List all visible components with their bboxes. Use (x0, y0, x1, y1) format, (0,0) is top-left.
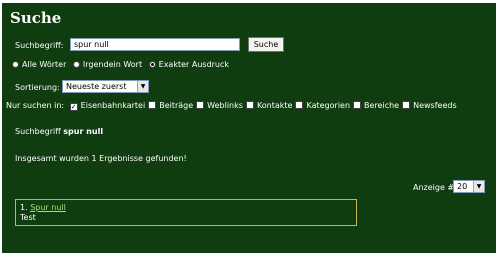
area-checkbox-newsfeeds[interactable]: Newsfeeds (402, 101, 457, 110)
area-filters-label: Nur suchen in: (6, 101, 65, 110)
radio-all-words[interactable]: Alle Wörter (12, 60, 66, 69)
radio-any-word[interactable]: Irgendein Wort (72, 60, 142, 69)
area-checkbox-weblinks[interactable]: Weblinks (196, 101, 243, 110)
checkbox-icon (245, 101, 254, 109)
display-count-select[interactable]: 20 ▼ (453, 180, 485, 193)
radio-selected-icon (148, 61, 156, 68)
result-text: Test (20, 213, 36, 222)
radio-icon (12, 61, 19, 68)
result-list: 1. Spur null Test (15, 199, 357, 226)
search-label: Suchbegriff: (15, 41, 64, 50)
checkbox-icon (402, 101, 411, 109)
checkbox-icon (196, 101, 205, 109)
chevron-down-icon: ▼ (137, 81, 148, 92)
area-filters: Nur suchen in: ✓ Eisenbahnkartei Beiträge W… (6, 101, 457, 111)
checkbox-checked-icon: ✓ (69, 103, 78, 111)
area-checkbox-beiträge[interactable]: Beiträge (148, 101, 193, 110)
search-term-summary: Suchbegriff spur null (15, 127, 104, 136)
chevron-down-icon: ▼ (473, 181, 484, 192)
display-count-label: Anzeige # (413, 183, 455, 192)
checkbox-icon (295, 101, 304, 109)
result-count-text: Insgesamt wurden 1 Ergebnisse gefunden! (15, 154, 187, 163)
search-panel: Suche Suchbegriff: spur null Suche Alle … (2, 3, 496, 253)
area-checkbox-kontakte[interactable]: Kontakte (245, 101, 292, 110)
list-item: 1. Spur null (20, 203, 66, 212)
result-title-link[interactable]: Spur null (30, 203, 66, 212)
sort-label: Sortierung: (15, 83, 60, 92)
match-options: Alle Wörter Irgendein Wort Exakter Ausdr… (12, 60, 229, 69)
radio-icon (72, 61, 80, 68)
checkbox-icon (353, 101, 362, 109)
area-checkbox-bereiche[interactable]: Bereiche (353, 101, 399, 110)
sort-select[interactable]: Neueste zuerst ▼ (62, 80, 149, 93)
search-term-value: spur null (63, 127, 104, 136)
search-button[interactable]: Suche (248, 37, 284, 52)
page-title: Suche (10, 9, 62, 27)
checkbox-icon (148, 101, 157, 109)
area-checkbox-eisenbahnkartei[interactable]: ✓ Eisenbahnkartei (69, 101, 145, 111)
search-input[interactable]: spur null (70, 38, 240, 51)
area-checkbox-kategorien[interactable]: Kategorien (295, 101, 350, 110)
radio-exact[interactable]: Exakter Ausdruck (148, 60, 229, 69)
